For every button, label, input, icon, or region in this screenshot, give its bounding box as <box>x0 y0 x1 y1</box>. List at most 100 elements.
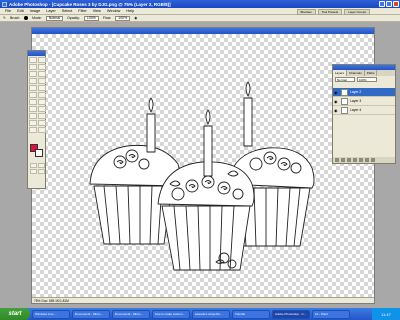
standard-mode-icon[interactable] <box>30 163 37 168</box>
menu-edit[interactable]: Edit <box>17 9 24 13</box>
trash-icon[interactable] <box>371 158 375 162</box>
new-layer-icon[interactable] <box>365 158 369 162</box>
crop-tool-icon[interactable] <box>29 71 37 77</box>
cupcake-artwork <box>89 81 315 271</box>
zoom-tool-icon[interactable] <box>38 127 46 133</box>
window-controls <box>379 1 399 7</box>
layers-panel: Layers Channels Paths Normal 100% ◉ Laye… <box>332 64 396 164</box>
eye-icon[interactable]: ◉ <box>334 90 339 95</box>
layer-mask-icon[interactable] <box>347 158 351 162</box>
layer-row[interactable]: ◉ Layer 3 <box>333 97 395 106</box>
slice-tool-icon[interactable] <box>38 71 46 77</box>
tab-channels[interactable]: Channels <box>347 70 365 76</box>
taskbar-item[interactable]: how to make custom... <box>152 309 190 319</box>
toolbox <box>27 50 46 189</box>
menu-filter[interactable]: Filter <box>78 9 86 13</box>
move-tool-icon[interactable] <box>29 57 37 63</box>
mode-buttons <box>30 163 45 174</box>
full-screen-icon[interactable] <box>38 169 45 174</box>
shape-tool-icon[interactable] <box>38 113 46 119</box>
zoom-readout[interactable]: 75% <box>34 299 40 303</box>
photoshop-icon <box>2 1 7 7</box>
system-tray-clock: 11:47 <box>372 308 400 320</box>
taskbar: start Windows Live ... Document1 - Micro… <box>0 308 400 320</box>
taskbar-item[interactable]: Document1 - Micro... <box>72 309 110 319</box>
menu-file[interactable]: File <box>5 9 11 13</box>
blend-mode-select[interactable]: Normal <box>335 76 355 82</box>
layer-style-icon[interactable] <box>341 158 345 162</box>
opacity-field[interactable]: 100% <box>83 15 99 21</box>
taskbar-item[interactable]: Windows Live ... <box>32 309 70 319</box>
new-group-icon[interactable] <box>359 158 363 162</box>
window-title: Adobe Photoshop - [Cupcake Roses 3 by DJ… <box>9 1 171 7</box>
tab-layers[interactable]: Layers <box>333 70 348 76</box>
type-tool-icon[interactable] <box>38 106 46 112</box>
menu-select[interactable]: Select <box>62 9 73 13</box>
eye-icon[interactable]: ◉ <box>334 108 339 113</box>
layer-thumbnail <box>341 106 348 114</box>
minimize-icon[interactable] <box>379 1 385 7</box>
eraser-tool-icon[interactable] <box>29 92 37 98</box>
options-bar: ✎ Brush: Mode: Normal Opacity: 100% Flow… <box>0 15 400 22</box>
start-button[interactable]: start <box>0 308 30 320</box>
healing-brush-tool-icon[interactable] <box>29 78 37 84</box>
brush-tool-icon[interactable] <box>38 78 46 84</box>
layer-thumbnail <box>341 88 348 96</box>
opacity-label: Opacity: <box>67 16 80 20</box>
lasso-tool-icon[interactable] <box>29 64 37 70</box>
taskbar-item[interactable]: Tutorial <box>232 309 270 319</box>
tool-grid <box>28 56 46 134</box>
layer-thumbnail <box>341 97 348 105</box>
hand-tool-icon[interactable] <box>29 127 37 133</box>
document-status-bar: 75% Doc: 659.1K/1.81M <box>32 297 374 303</box>
eyedropper-tool-icon[interactable] <box>38 120 46 126</box>
link-layers-icon[interactable] <box>335 158 339 162</box>
dodge-tool-icon[interactable] <box>38 99 46 105</box>
brush-label: Brush: <box>9 16 21 20</box>
menu-help[interactable]: Help <box>126 9 134 13</box>
doc-size-readout: Doc: 659.1K/1.81M <box>41 298 69 303</box>
blur-tool-icon[interactable] <box>29 99 37 105</box>
menu-view[interactable]: View <box>93 9 101 13</box>
taskbar-item[interactable]: 10 - Paint <box>312 309 350 319</box>
pen-tool-icon[interactable] <box>29 113 37 119</box>
notes-tool-icon[interactable] <box>29 120 37 126</box>
menu-image[interactable]: Image <box>30 9 41 13</box>
menu-bar: File Edit Image Layer Select Filter View… <box>0 8 400 15</box>
close-icon[interactable] <box>393 1 399 7</box>
taskbar-item[interactable]: Adobe Photoshop - C... <box>272 309 310 319</box>
document-window: 75% Doc: 659.1K/1.81M <box>31 27 375 304</box>
history-brush-tool-icon[interactable] <box>38 85 46 91</box>
tab-paths[interactable]: Paths <box>365 70 378 76</box>
mode-label: Mode: <box>32 16 42 20</box>
menu-window[interactable]: Window <box>107 9 121 13</box>
brush-tool-icon[interactable]: ✎ <box>3 16 6 20</box>
clone-stamp-tool-icon[interactable] <box>29 85 37 91</box>
marquee-tool-icon[interactable] <box>38 57 46 63</box>
flow-label: Flow: <box>102 16 112 20</box>
flow-field[interactable]: 100% <box>115 15 131 21</box>
layer-name: Layer 3 <box>350 99 362 103</box>
layer-row[interactable]: ◉ Layer 2 <box>333 88 395 97</box>
adjustment-layer-icon[interactable] <box>353 158 357 162</box>
layer-name: Layer 2 <box>350 90 362 94</box>
layer-row[interactable]: ◉ Layer 4 <box>333 106 395 115</box>
taskbar-item[interactable]: sweetie's scrap Ro... <box>192 309 230 319</box>
gradient-tool-icon[interactable] <box>38 92 46 98</box>
eye-icon[interactable]: ◉ <box>334 99 339 104</box>
layer-opacity-field[interactable]: 100% <box>357 76 377 82</box>
magic-wand-tool-icon[interactable] <box>38 64 46 70</box>
layers-panel-footer <box>333 157 395 163</box>
menu-layer[interactable]: Layer <box>46 9 56 13</box>
brush-preset-picker[interactable] <box>24 16 29 20</box>
airbrush-icon[interactable]: ◉ <box>134 16 137 20</box>
canvas[interactable] <box>32 34 374 297</box>
screen-mode-icon[interactable] <box>30 169 37 174</box>
path-selection-tool-icon[interactable] <box>29 106 37 112</box>
quick-mask-icon[interactable] <box>38 163 45 168</box>
layer-name: Layer 4 <box>350 108 362 112</box>
background-color-swatch[interactable] <box>35 149 43 157</box>
mode-select[interactable]: Normal <box>45 15 64 21</box>
taskbar-item[interactable]: Document2 - Micro... <box>112 309 150 319</box>
maximize-icon[interactable] <box>386 1 392 7</box>
